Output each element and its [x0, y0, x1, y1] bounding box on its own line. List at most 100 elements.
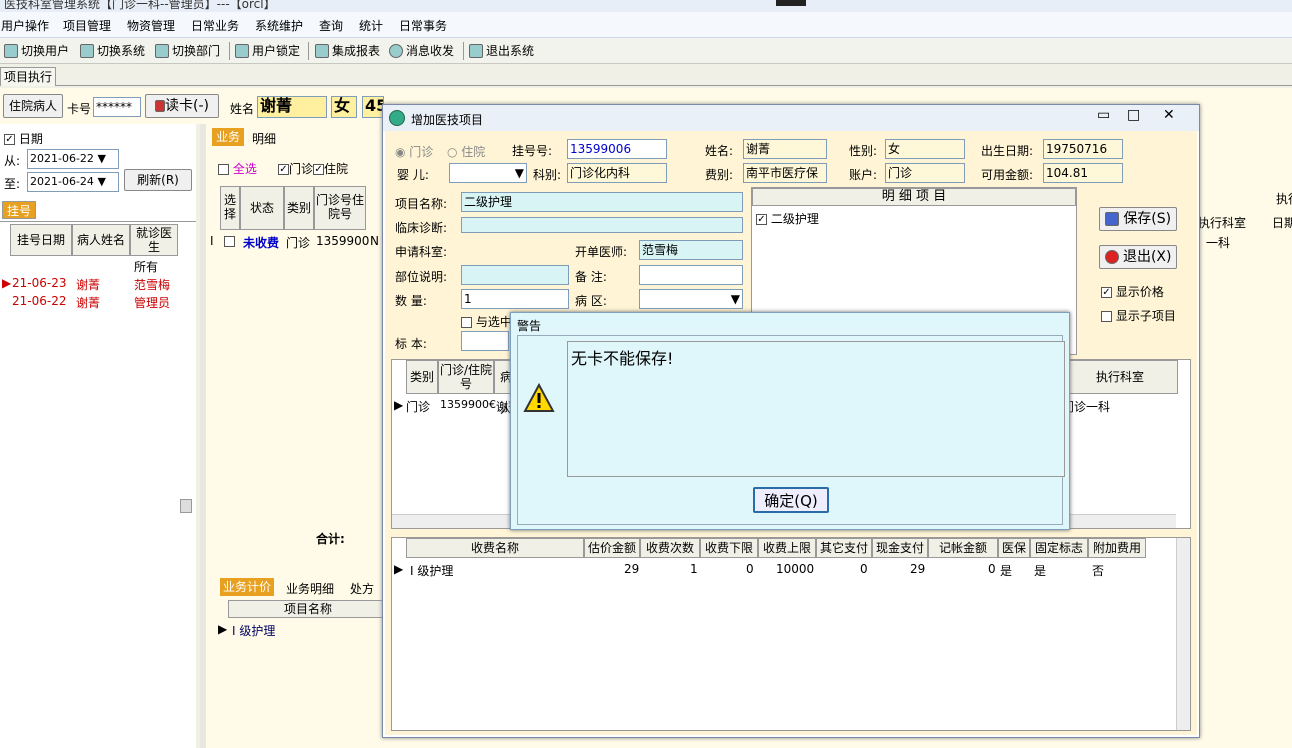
refresh-button[interactable]: 刷新(R) — [124, 169, 192, 191]
cell-fixed-flag[interactable]: 是 — [1034, 562, 1046, 579]
dept-label: 科别: — [533, 168, 562, 182]
diag-label: 临床诊断: — [395, 221, 448, 235]
switch-dept-button[interactable]: 切换部门 — [155, 42, 220, 59]
row-regno[interactable]: 1359900 — [316, 234, 369, 248]
select-all-checkbox[interactable]: 全选 — [218, 160, 257, 177]
table-cell-name[interactable]: 谢菁 — [76, 276, 100, 293]
col-times: 收费次数 — [640, 538, 700, 558]
filter-all[interactable]: 所有 — [134, 258, 158, 275]
menu-system[interactable]: 系统维护 — [255, 17, 303, 34]
menu-query[interactable]: 查询 — [319, 17, 343, 34]
cell-est-amount[interactable]: 29 — [624, 562, 639, 576]
table-cell-name[interactable]: 谢菁 — [76, 294, 100, 311]
show-sub-checkbox[interactable]: 显示子项目 — [1101, 307, 1176, 324]
switch-system-button[interactable]: 切换系统 — [80, 42, 145, 59]
exec-dept-cell[interactable]: 一科 — [1206, 234, 1230, 251]
tab-project-exec[interactable]: 项目执行 — [0, 67, 57, 86]
user-icon — [4, 43, 18, 58]
col-exec-date: 日期 — [1272, 216, 1292, 230]
message-button[interactable]: 消息收发 — [389, 42, 454, 59]
radio-inpatient[interactable]: ○ 住院 — [447, 143, 485, 160]
table-cell-doctor[interactable]: 范雪梅 — [134, 276, 170, 293]
menu-stats[interactable]: 统计 — [359, 17, 383, 34]
grid-lower: 收费名称 估价金额 收费次数 收费下限 收费上限 其它支付 现金支付 记帐金额 … — [391, 537, 1191, 731]
baby-select[interactable]: ▼ — [449, 163, 527, 183]
date-from-picker[interactable]: 2021-06-22 ▼ — [27, 149, 119, 169]
scrollbar-thumb[interactable] — [180, 499, 192, 513]
save-button[interactable]: 保存(S) — [1099, 207, 1177, 231]
row-checkbox[interactable] — [224, 234, 235, 248]
check-icon: ✓ — [756, 214, 767, 225]
part-input[interactable] — [461, 265, 569, 285]
tab-register[interactable]: 挂号 — [2, 201, 37, 219]
table-cell-date[interactable]: 21-06-23 — [12, 276, 66, 290]
detail-item[interactable]: ✓ 二级护理 — [756, 210, 819, 227]
cell-cash-pay[interactable]: 29 — [910, 562, 925, 576]
cell-extra-fee[interactable]: 否 — [1092, 562, 1104, 579]
ward-select[interactable]: ▼ — [639, 289, 743, 309]
toolbar-separator — [308, 42, 309, 60]
cell-upper[interactable]: 10000 — [776, 562, 814, 576]
part-label: 部位说明: — [395, 270, 448, 284]
menu-material[interactable]: 物资管理 — [127, 17, 175, 34]
cell-lower[interactable]: 0 — [746, 562, 754, 576]
cell-times[interactable]: 1 — [690, 562, 698, 576]
reg-input[interactable]: 13599006 — [567, 139, 667, 159]
menu-project[interactable]: 项目管理 — [63, 17, 111, 34]
link-checkbox[interactable]: 与选中 — [461, 313, 512, 330]
row-type[interactable]: 门诊 — [286, 234, 310, 251]
qty-input[interactable]: 1 — [461, 289, 569, 309]
ward-label: 病 区: — [575, 294, 607, 308]
menu-user[interactable]: 用户操作 — [1, 17, 49, 34]
specimen-input[interactable] — [461, 331, 509, 351]
radio-outpatient[interactable]: ◉ 门诊 — [395, 143, 433, 160]
card-input[interactable]: ****** — [93, 97, 141, 117]
qty-label: 数 量: — [395, 294, 427, 308]
table-cell-doctor[interactable]: 管理员 — [134, 294, 170, 311]
item-input[interactable]: 二级护理 — [461, 192, 743, 212]
cell-fee-name[interactable]: I 级护理 — [410, 562, 453, 579]
cell-other-pay[interactable]: 0 — [860, 562, 868, 576]
cell-category[interactable]: 门诊 — [406, 398, 430, 415]
chevron-down-icon: ▼ — [97, 175, 106, 188]
account-input: 门诊 — [885, 163, 965, 183]
cell-account-amount[interactable]: 0 — [988, 562, 996, 576]
vertical-scrollbar[interactable] — [1176, 538, 1190, 730]
lock-user-button[interactable]: 用户锁定 — [235, 42, 300, 59]
menu-daily[interactable]: 日常业务 — [191, 17, 239, 34]
date-to-picker[interactable]: 2021-06-24 ▼ — [27, 172, 119, 192]
diag-input[interactable] — [461, 217, 743, 233]
tab-prescription[interactable]: 处方 — [350, 580, 374, 597]
window-title: 医技科室管理系统【门诊一科--管理员】---【orcl】 — [4, 0, 276, 11]
col-reg-no: 门诊号住院号 — [314, 186, 366, 230]
show-price-checkbox[interactable]: ✓ 显示价格 — [1101, 283, 1164, 300]
outpatient-checkbox[interactable]: ✓门诊✓住院 — [278, 160, 348, 177]
cell-reg-number[interactable]: 1359900€ — [440, 398, 496, 411]
date-checkbox[interactable]: ✓ 日期 — [4, 130, 43, 147]
tab-detail[interactable]: 明细 — [252, 130, 276, 147]
note-input[interactable] — [639, 265, 743, 285]
table-cell-date[interactable]: 21-06-22 — [12, 294, 66, 308]
switch-user-button[interactable]: 切换用户 — [4, 42, 69, 59]
maximize-icon[interactable]: □ — [1127, 107, 1140, 123]
row-indicator: ▶ — [2, 276, 12, 290]
row-extra[interactable]: N — [370, 234, 379, 248]
row-status[interactable]: 未收费 — [243, 234, 279, 251]
doctor-input[interactable]: 范雪梅 — [639, 240, 743, 260]
patient-type-button[interactable]: 住院病人 — [3, 94, 63, 118]
col-fixed-flag: 固定标志 — [1030, 538, 1088, 558]
tab-biz-price[interactable]: 业务计价 — [220, 578, 275, 596]
bottom-item-cell[interactable]: I 级护理 — [232, 622, 275, 639]
exit-system-button[interactable]: 退出系统 — [469, 42, 534, 59]
menu-affairs[interactable]: 日常事务 — [399, 17, 447, 34]
exit-button[interactable]: 退出(X) — [1099, 245, 1177, 269]
minimize-icon[interactable]: ▭ — [1097, 107, 1110, 123]
row-indicator: ▶ — [218, 622, 228, 636]
tab-business[interactable]: 业务 — [212, 128, 245, 146]
cell-insurance[interactable]: 是 — [1000, 562, 1012, 579]
close-icon[interactable]: ✕ — [1163, 107, 1175, 123]
ok-button[interactable]: 确定(Q) — [753, 487, 829, 513]
read-card-button[interactable]: 读卡(-) — [145, 94, 219, 118]
report-button[interactable]: 集成报表 — [315, 42, 380, 59]
tab-biz-detail[interactable]: 业务明细 — [286, 580, 334, 597]
